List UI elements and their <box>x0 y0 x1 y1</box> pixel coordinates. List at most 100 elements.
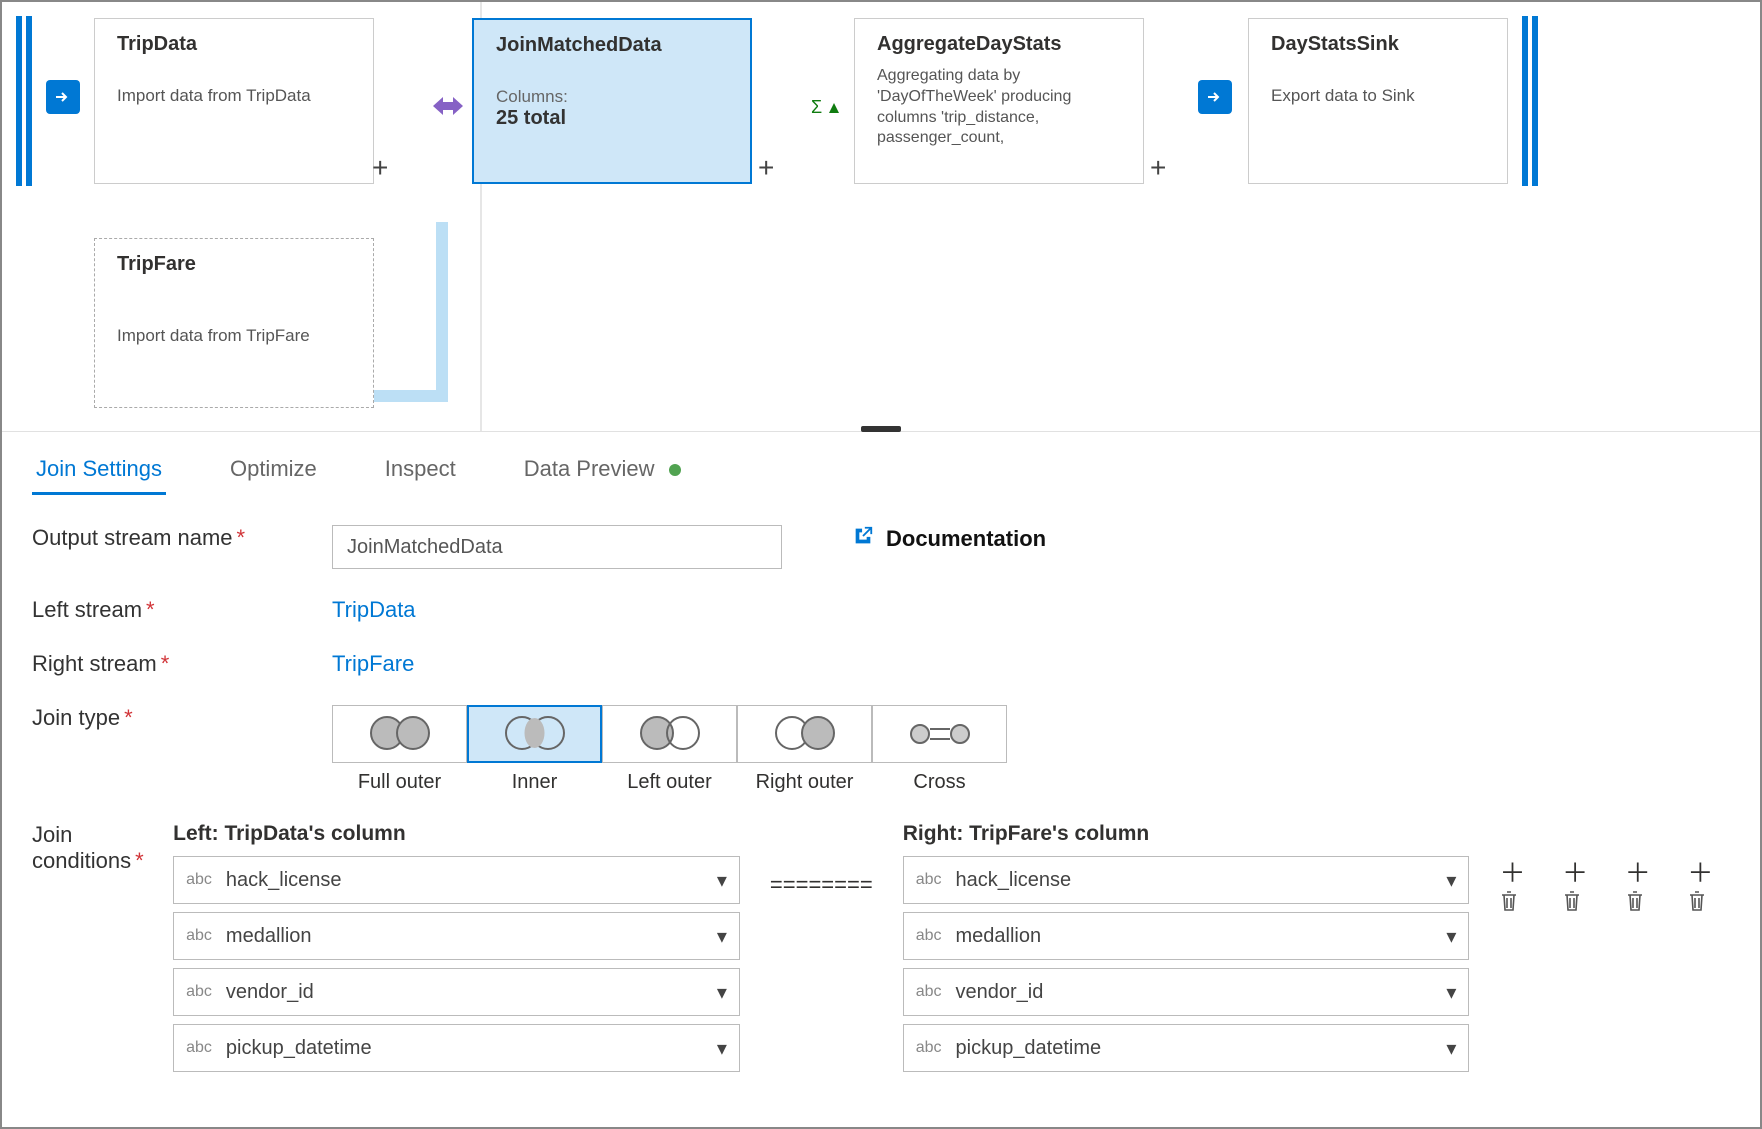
equals-operator: == <box>821 872 847 898</box>
chevron-down-icon: ▾ <box>717 924 727 949</box>
add-condition-button[interactable]: ＋ <box>1687 858 1713 888</box>
type-abc-icon: abc <box>916 1039 942 1057</box>
join-type-full-outer[interactable] <box>332 705 467 763</box>
required-marker: * <box>146 597 155 622</box>
conditions-right-header: Right: TripFare's column <box>903 822 1470 846</box>
chevron-down-icon: ▾ <box>1446 868 1456 893</box>
documentation-label: Documentation <box>886 526 1046 552</box>
add-condition-button[interactable]: ＋ <box>1562 858 1588 888</box>
label-text: Right stream <box>32 651 157 676</box>
output-stream-name-label: Output stream name* <box>32 525 332 551</box>
join-type-selector: Full outer Inner Left outer <box>332 705 1007 794</box>
delete-condition-button[interactable] <box>1499 892 1519 917</box>
label-text: Join conditions <box>32 822 131 873</box>
label-text: Output stream name <box>32 525 233 550</box>
conditions-operator-column: ======== <box>770 822 873 909</box>
condition-left-select[interactable]: abcmedallion▾ <box>173 912 740 960</box>
tab-data-preview[interactable]: Data Preview <box>520 446 685 495</box>
node-subtitle: Import data from TripFare <box>117 326 355 346</box>
node-subtitle: Export data to Sink <box>1271 86 1489 106</box>
venn-left-outer-icon <box>640 716 700 752</box>
add-step-button[interactable]: + <box>1150 152 1166 184</box>
add-condition-button[interactable]: ＋ <box>1625 858 1651 888</box>
output-stream-name-input[interactable] <box>332 525 782 569</box>
condition-right-select[interactable]: abcpickup_datetime▾ <box>903 1024 1470 1072</box>
left-stream-value[interactable]: TripData <box>332 597 416 623</box>
node-subtitle: Import data from TripData <box>117 86 355 106</box>
node-daystatssink[interactable]: DayStatsSink Export data to Sink <box>1248 18 1508 184</box>
tab-join-settings[interactable]: Join Settings <box>32 446 166 495</box>
dataflow-canvas[interactable]: TripData Import data from TripData + Joi… <box>2 2 1760 432</box>
conditions-right-column: Right: TripFare's column abchack_license… <box>903 822 1470 1080</box>
type-abc-icon: abc <box>186 983 212 1001</box>
join-settings-panel: Output stream name* Documentation Left s… <box>2 495 1760 1129</box>
tab-inspect[interactable]: Inspect <box>381 446 460 495</box>
aggregate-icon: Σ <box>802 84 850 132</box>
equals-operator: == <box>796 872 822 898</box>
status-dot-icon <box>669 464 681 476</box>
right-stream-value[interactable]: TripFare <box>332 651 414 677</box>
join-type-label: Join type* <box>32 705 332 731</box>
condition-column-name: medallion <box>956 925 1042 948</box>
add-step-button[interactable]: + <box>758 152 774 184</box>
delete-condition-button[interactable] <box>1687 892 1707 917</box>
condition-column-name: vendor_id <box>226 981 314 1004</box>
condition-column-name: hack_license <box>226 869 342 892</box>
required-marker: * <box>135 848 144 873</box>
tab-optimize[interactable]: Optimize <box>226 446 321 495</box>
type-abc-icon: abc <box>186 1039 212 1057</box>
external-link-icon <box>852 525 874 553</box>
node-title: TripData <box>117 33 355 56</box>
app-frame: TripData Import data from TripData + Joi… <box>0 0 1762 1129</box>
required-marker: * <box>237 525 246 550</box>
node-columns-value: 25 total <box>496 107 732 130</box>
svg-text:Σ: Σ <box>811 97 822 117</box>
equals-operator: == <box>847 872 873 898</box>
node-title: JoinMatchedData <box>496 34 732 57</box>
condition-column-name: vendor_id <box>956 981 1044 1004</box>
type-abc-icon: abc <box>916 983 942 1001</box>
condition-left-select[interactable]: abchack_license▾ <box>173 856 740 904</box>
conditions-actions-column: ＋ ＋ ＋ ＋ <box>1499 822 1730 909</box>
delete-condition-button[interactable] <box>1562 892 1582 917</box>
join-type-cross[interactable] <box>872 705 1007 763</box>
venn-cross-icon <box>910 716 970 752</box>
join-type-inner[interactable] <box>467 705 602 763</box>
type-abc-icon: abc <box>916 927 942 945</box>
condition-left-select[interactable]: abcpickup_datetime▾ <box>173 1024 740 1072</box>
join-type-label-text: Right outer <box>737 771 872 794</box>
delete-condition-button[interactable] <box>1625 892 1645 917</box>
node-aggregatedaystats[interactable]: AggregateDayStats Aggregating data by 'D… <box>854 18 1144 184</box>
chevron-down-icon: ▾ <box>1446 924 1456 949</box>
join-type-right-outer[interactable] <box>737 705 872 763</box>
panel-resize-handle[interactable] <box>861 426 901 432</box>
flow-end-bar <box>1532 16 1538 186</box>
join-type-label-text: Full outer <box>332 771 467 794</box>
join-type-left-outer[interactable] <box>602 705 737 763</box>
documentation-link[interactable]: Documentation <box>852 525 1046 553</box>
condition-right-select[interactable]: abc medallion ▾ <box>903 912 1470 960</box>
label-text: Left stream <box>32 597 142 622</box>
chevron-down-icon: ▾ <box>717 980 727 1005</box>
tab-label: Data Preview <box>524 456 655 481</box>
node-title: TripFare <box>117 253 355 276</box>
join-conditions-grid: Left: TripData's column abchack_license▾… <box>173 822 1730 1080</box>
condition-right-select[interactable]: abchack_license▾ <box>903 856 1470 904</box>
add-condition-button[interactable]: ＋ <box>1499 858 1525 888</box>
source-icon <box>46 80 80 114</box>
chevron-down-icon: ▾ <box>1446 1036 1456 1061</box>
flow-start-bar <box>16 16 22 186</box>
flow-start-bar <box>26 16 32 186</box>
node-joinmatcheddata[interactable]: JoinMatchedData Columns: 25 total <box>472 18 752 184</box>
node-tripdata[interactable]: TripData Import data from TripData <box>94 18 374 184</box>
condition-right-select[interactable]: abcvendor_id▾ <box>903 968 1470 1016</box>
add-step-button[interactable]: + <box>372 152 388 184</box>
conditions-left-header: Left: TripData's column <box>173 822 740 846</box>
node-tripfare[interactable]: TripFare Import data from TripFare <box>94 238 374 408</box>
condition-left-select[interactable]: abc vendor_id ▾ <box>173 968 740 1016</box>
join-type-label-text: Cross <box>872 771 1007 794</box>
chevron-down-icon: ▾ <box>717 868 727 893</box>
label-text: Join type <box>32 705 120 730</box>
node-subtitle: Aggregating data by 'DayOfTheWeek' produ… <box>877 66 1125 149</box>
node-columns-label: Columns: <box>496 87 732 107</box>
